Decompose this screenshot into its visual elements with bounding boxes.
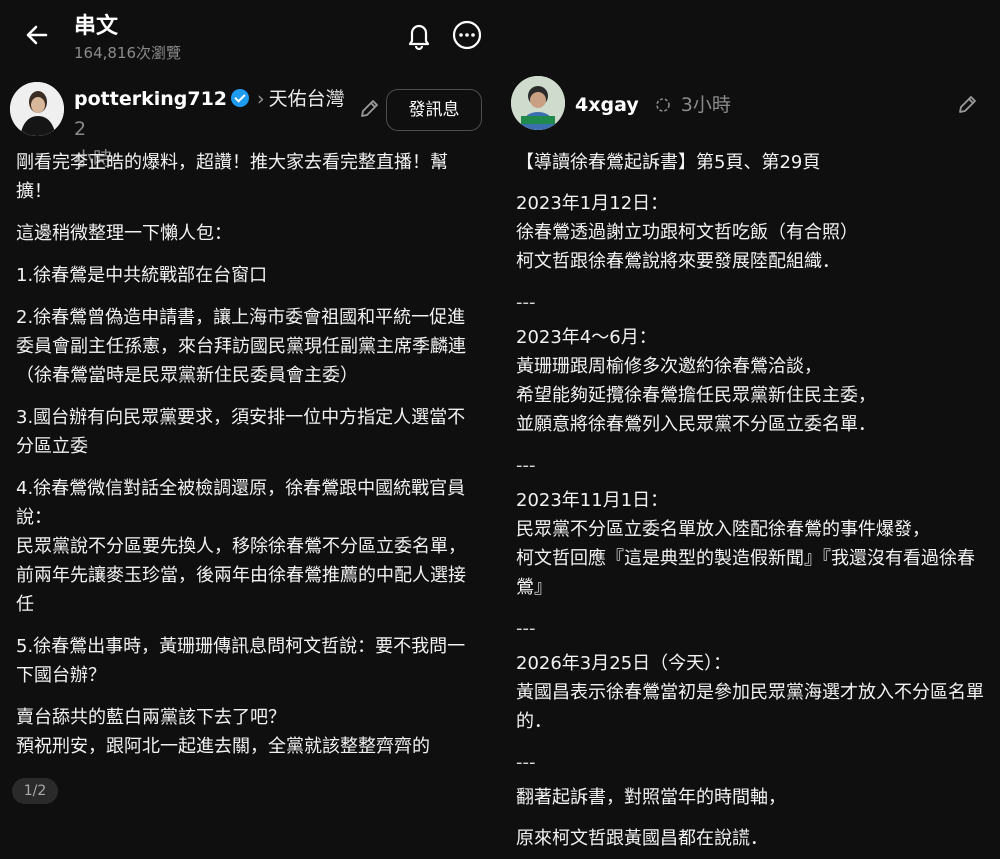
- page-title: 串文: [74, 14, 119, 39]
- avatar-photo-icon: [511, 76, 565, 130]
- post-paragraph: 2023年1月12日： 徐春鶯透過謝立功跟柯文哲吃飯（有合照） 柯文哲跟徐春鶯說…: [516, 193, 858, 272]
- top-bar: 串文 164,816次瀏覽: [0, 0, 1000, 68]
- post-paragraph: 3.國台辦有向民眾黨要求，須安排一位中方指定人選當不分區立委: [16, 407, 466, 457]
- post-paragraph: 賣台舔共的藍白兩黨該下去了吧？ 預祝刑安，跟阿北一起進去關，全黨就該整整齊齊的: [16, 707, 430, 757]
- post-paragraph: 4.徐春鶯微信對話全被檢調還原，徐春鶯跟中國統戰官員說： 民眾黨說不分區要先換人…: [16, 478, 466, 615]
- chevron-right-icon: ›: [257, 88, 265, 110]
- author-name[interactable]: 4xgay: [575, 94, 639, 116]
- verified-badge-icon: [231, 89, 250, 107]
- avatar[interactable]: [511, 76, 565, 130]
- author-name[interactable]: potterking712: [74, 88, 227, 110]
- more-options-button[interactable]: [450, 18, 484, 52]
- author-line: 4xgay 3小時: [575, 90, 731, 117]
- pencil-icon: [959, 96, 976, 113]
- edit-button[interactable]: [956, 94, 978, 116]
- avatar-photo-icon: [10, 82, 64, 136]
- pencil-icon: [361, 100, 378, 117]
- channel-name[interactable]: 天佑台灣: [269, 88, 345, 110]
- send-message-button[interactable]: 發訊息: [386, 89, 482, 131]
- post-paragraph: 2026年3月25日（今天）： 黃國昌表示徐春鶯當初是參加民眾黨海選才放入不分區…: [516, 653, 984, 732]
- post-paragraph: 剛看完李正皓的爆料，超讚！推大家去看完整直播！幫擴！: [16, 152, 448, 202]
- post-time: 3小時: [680, 94, 731, 116]
- section-divider: ---: [516, 292, 536, 313]
- notifications-button[interactable]: [402, 18, 436, 52]
- avatar[interactable]: [10, 82, 64, 136]
- page-indicator: 1/2: [12, 778, 58, 804]
- post-paragraph: 原來柯文哲跟黃國昌都在說謊．: [516, 828, 768, 849]
- back-button[interactable]: [20, 18, 54, 52]
- post-body: 【導讀徐春鶯起訴書】第5頁、第29頁 2023年1月12日： 徐春鶯透過謝立功跟…: [516, 148, 986, 859]
- section-divider: ---: [516, 618, 536, 639]
- left-post: potterking712 › 天佑台灣 2 小時 發訊息 剛看完李正皓的爆料，超讚…: [0, 68, 500, 825]
- right-post: 4xgay 3小時 【導讀徐春鶯起訴書】第5頁、第29頁 2023年1月12日：…: [500, 68, 1000, 849]
- view-count: 164,816次瀏覽: [74, 44, 182, 62]
- post-paragraph: 這邊稍微整理一下懶人包：: [16, 223, 232, 244]
- arrow-left-icon: [26, 25, 48, 45]
- post-paragraph: 2023年4～6月： 黃珊珊跟周榆修多次邀約徐春鶯洽談， 希望能夠延攬徐春鶯擔任…: [516, 327, 876, 435]
- more-horizontal-icon: [452, 20, 482, 50]
- post-paragraph: 翻著起訴書，對照當年的時間軸，: [516, 787, 786, 808]
- section-divider: ---: [516, 752, 536, 773]
- thread-dotted-icon: [655, 98, 670, 112]
- post-paragraph: 2.徐春鶯曾偽造申請書，讓上海市委會祖國和平統一促進委員會副主任孫憲，來台拜訪國…: [16, 307, 466, 386]
- section-divider: ---: [516, 455, 536, 476]
- bell-icon: [408, 24, 430, 51]
- post-paragraph: 【導讀徐春鶯起訴書】第5頁、第29頁: [516, 152, 821, 173]
- post-time-number: 2: [74, 118, 87, 140]
- post-paragraph: 1.徐春鶯是中共統戰部在台窗口: [16, 265, 268, 286]
- post-paragraph: 2023年11月1日： 民眾黨不分區立委名單放入陸配徐春鶯的事件爆發， 柯文哲回…: [516, 490, 975, 598]
- edit-button[interactable]: [358, 98, 380, 120]
- post-body: 剛看完李正皓的爆料，超讚！推大家去看完整直播！幫擴！ 這邊稍微整理一下懶人包： …: [16, 148, 476, 774]
- post-paragraph: 5.徐春鶯出事時，黃珊珊傳訊息問柯文哲說：要不我問一下國台辦？: [16, 636, 466, 686]
